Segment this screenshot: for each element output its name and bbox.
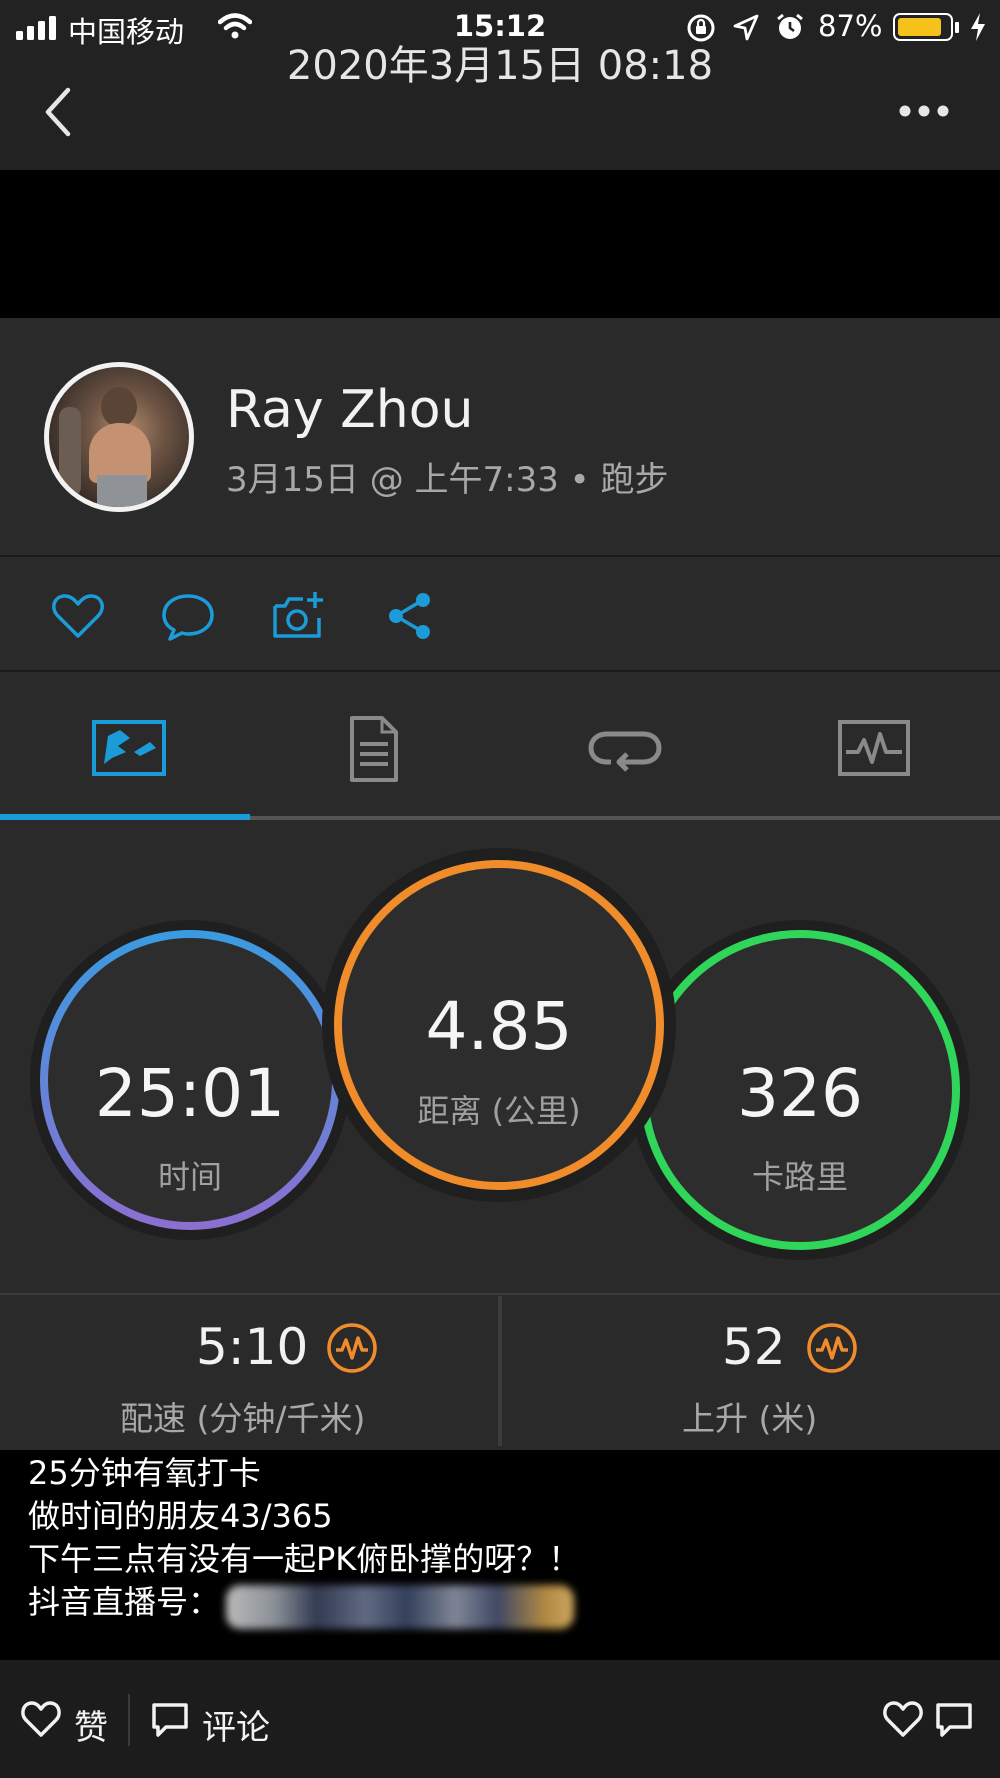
heart-icon[interactable]: [50, 588, 106, 644]
comment-bubble-icon[interactable]: [934, 1701, 974, 1739]
pace-value: 5:10: [196, 1318, 309, 1376]
carrier-label: 中国移动: [68, 15, 185, 49]
activity-meta: 3月15日 @ 上午7:33 • 跑步: [226, 460, 669, 500]
divider: [498, 1296, 502, 1446]
time-value: 25:01: [94, 1055, 286, 1132]
battery-icon: [893, 13, 953, 41]
tab-laps-icon[interactable]: [585, 716, 665, 782]
like-heart-icon[interactable]: [20, 1699, 62, 1739]
caption-line: 做时间的朋友43/365: [28, 1497, 333, 1535]
tab-active-indicator: [0, 814, 250, 820]
comment-bubble-icon[interactable]: [150, 1701, 190, 1739]
add-photo-icon[interactable]: [270, 588, 326, 644]
elevation-activity-icon[interactable]: [806, 1322, 858, 1374]
calories-label: 卡路里: [751, 1158, 848, 1196]
distance-value: 4.85: [425, 988, 573, 1065]
divider: [0, 1293, 1000, 1295]
signal-icon: [16, 16, 56, 40]
avatar[interactable]: [44, 362, 194, 512]
caption-line: 下午三点有没有一起PK俯卧撑的呀？！: [28, 1540, 581, 1578]
caption-line: 25分钟有氧打卡: [28, 1454, 261, 1492]
page-title: 2020年3月15日 08:18: [286, 43, 714, 89]
blurred-account-id: [226, 1585, 574, 1629]
more-options-icon[interactable]: [898, 104, 950, 118]
share-icon[interactable]: [382, 588, 438, 644]
pace-activity-icon[interactable]: [326, 1322, 378, 1374]
pace-label: 配速 (分钟/千米): [120, 1399, 366, 1438]
like-heart-icon[interactable]: [882, 1699, 924, 1739]
tab-map-icon[interactable]: [90, 716, 170, 782]
charging-bolt-icon: [971, 13, 985, 41]
tab-chart-icon[interactable]: [834, 716, 914, 782]
divider: [0, 670, 1000, 672]
battery-percent: 87%: [818, 9, 883, 43]
tab-details-icon[interactable]: [334, 716, 414, 782]
comment-button[interactable]: 评论: [202, 1700, 270, 1749]
time-label: 时间: [157, 1158, 222, 1196]
back-chevron-icon[interactable]: [40, 86, 74, 138]
like-button[interactable]: 赞: [74, 1700, 108, 1749]
comment-icon[interactable]: [160, 588, 216, 644]
distance-label: 距离 (公里): [417, 1092, 581, 1130]
elevation-value: 52: [722, 1318, 786, 1376]
elevation-label: 上升 (米): [682, 1399, 818, 1438]
divider: [128, 1694, 130, 1746]
user-name[interactable]: Ray Zhou: [226, 380, 474, 440]
calories-value: 326: [737, 1055, 863, 1132]
divider: [0, 555, 1000, 557]
